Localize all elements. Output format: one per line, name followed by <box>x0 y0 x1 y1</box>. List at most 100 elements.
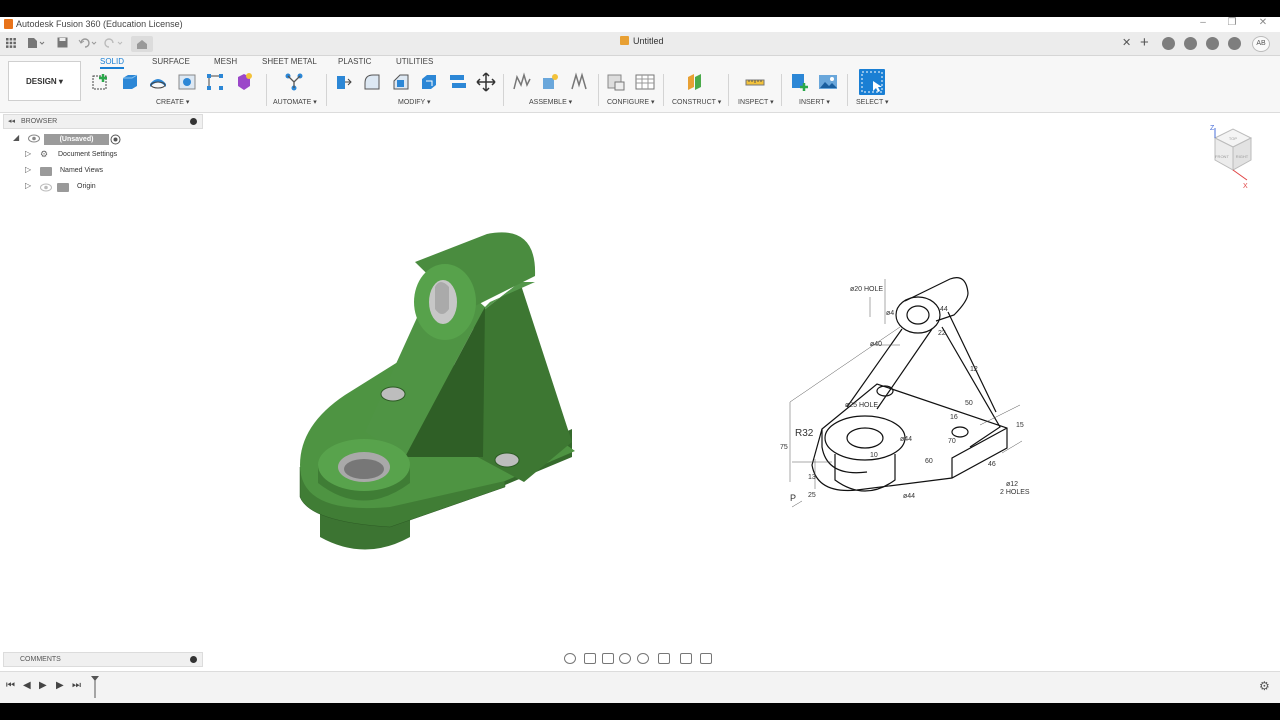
step-back-icon[interactable]: ◀ <box>23 680 31 691</box>
close-tab-button[interactable]: ✕ <box>1122 36 1131 49</box>
display-settings-icon[interactable] <box>658 653 670 664</box>
tab-mesh[interactable]: MESH <box>214 57 237 66</box>
inspect-group-label[interactable]: INSPECT ▾ <box>738 98 774 106</box>
minimize-button[interactable]: – <box>1196 17 1210 28</box>
insert-canvas-icon[interactable] <box>818 72 838 92</box>
document-tab[interactable]: Untitled <box>620 36 664 46</box>
gear-icon: ⚙ <box>40 149 49 159</box>
notifications-icon[interactable] <box>1206 37 1219 50</box>
undo-icon[interactable] <box>78 37 98 48</box>
tab-solid[interactable]: SOLID <box>100 57 125 69</box>
data-panel-grid-icon[interactable] <box>6 38 16 48</box>
modify-group-label[interactable]: MODIFY ▾ <box>398 98 431 106</box>
viewcube-front-label[interactable]: FRONT <box>1215 154 1229 159</box>
assemble-group-label[interactable]: ASSEMBLE ▾ <box>529 98 572 106</box>
select-group-label[interactable]: SELECT ▾ <box>856 98 889 106</box>
visibility-eye-icon[interactable] <box>28 134 40 143</box>
file-menu-icon[interactable] <box>27 37 45 49</box>
collapse-arrow-icon[interactable]: ◂◂ <box>8 117 15 125</box>
revolve-icon[interactable] <box>148 72 168 92</box>
green-bracket-model[interactable] <box>290 207 590 557</box>
expand-triangle-icon[interactable]: ▷ <box>25 165 31 174</box>
move-copy-icon[interactable] <box>476 72 496 92</box>
tab-utilities[interactable]: UTILITIES <box>396 57 433 66</box>
group-divider <box>266 74 267 106</box>
title-bar: Autodesk Fusion 360 (Education License) … <box>0 17 1280 32</box>
measure-icon[interactable] <box>745 72 765 92</box>
grid-snaps-icon[interactable] <box>680 653 692 664</box>
as-built-joint-icon[interactable] <box>569 72 589 92</box>
pin-icon[interactable] <box>190 118 197 125</box>
root-component-label[interactable]: (Unsaved) <box>44 134 109 145</box>
technical-drawing: ø20 HOLE ø4 ø40 44 22 12 50 ø25 HOLE R32… <box>780 277 1030 508</box>
automate-group-label[interactable]: AUTOMATE ▾ <box>273 98 317 106</box>
browser-item-origin[interactable]: ▷ Origin <box>0 181 200 195</box>
joint-icon[interactable] <box>540 72 560 92</box>
add-comment-icon[interactable] <box>190 656 197 663</box>
automate-icon[interactable] <box>284 72 304 92</box>
create-sketch-icon[interactable] <box>91 72 111 92</box>
chamfer-icon[interactable] <box>391 72 411 92</box>
comments-panel-header[interactable]: COMMENTS <box>3 652 203 667</box>
expand-triangle-icon[interactable]: ▷ <box>25 181 31 190</box>
user-avatar[interactable]: AB <box>1252 36 1270 52</box>
select-button[interactable] <box>859 69 885 95</box>
insert-derive-icon[interactable] <box>790 72 810 92</box>
go-to-start-icon[interactable]: ⏮ <box>6 680 15 691</box>
tab-plastic[interactable]: PLASTIC <box>338 57 371 66</box>
construct-group-label[interactable]: CONSTRUCT ▾ <box>672 98 721 106</box>
fillet-icon[interactable] <box>362 72 382 92</box>
hole-icon[interactable] <box>177 72 197 92</box>
fit-icon[interactable] <box>637 653 649 664</box>
form-icon[interactable] <box>234 72 254 92</box>
zoom-icon[interactable] <box>619 653 631 664</box>
close-window-button[interactable]: ✕ <box>1256 17 1270 28</box>
configure-icon[interactable] <box>606 72 626 92</box>
viewcube-top-label[interactable]: TOP <box>1229 136 1237 141</box>
new-component-icon[interactable] <box>512 72 532 92</box>
expand-triangle-icon[interactable]: ▷ <box>25 149 31 158</box>
ribbon-toolbar: DESIGN ▾ SOLID SURFACE MESH SHEET METAL … <box>0 56 1280 113</box>
workspace-switcher[interactable]: DESIGN ▾ <box>8 61 81 101</box>
step-forward-icon[interactable]: ▶ <box>56 680 64 691</box>
configuration-table-icon[interactable] <box>635 72 655 92</box>
play-icon[interactable]: ▶ <box>39 680 47 691</box>
construct-plane-icon[interactable] <box>685 72 705 92</box>
folder-icon <box>57 183 69 192</box>
save-icon[interactable] <box>57 37 68 48</box>
new-tab-button[interactable]: + <box>1140 34 1149 51</box>
extrude-icon[interactable] <box>120 72 140 92</box>
browser-item-named-views[interactable]: ▷ Named Views <box>0 165 200 179</box>
expand-triangle-icon[interactable]: ◢ <box>13 133 19 142</box>
insert-group-label[interactable]: INSERT ▾ <box>799 98 830 106</box>
hidden-eye-icon[interactable] <box>40 183 52 192</box>
home-button[interactable] <box>131 36 153 52</box>
go-to-end-icon[interactable]: ⏭ <box>72 680 81 691</box>
restore-button[interactable]: ❐ <box>1225 17 1239 28</box>
shell-icon[interactable] <box>419 72 439 92</box>
redo-icon[interactable] <box>104 37 124 48</box>
look-at-icon[interactable] <box>584 653 596 664</box>
pan-hand-icon[interactable] <box>602 653 614 664</box>
comments-title: COMMENTS <box>20 656 61 663</box>
configure-group-label[interactable]: CONFIGURE ▾ <box>607 98 654 106</box>
timeline-settings-gear-icon[interactable]: ⚙ <box>1259 679 1270 693</box>
press-pull-icon[interactable] <box>333 72 353 92</box>
browser-item-document-settings[interactable]: ▷ ⚙ Document Settings <box>0 149 200 163</box>
help-icon[interactable] <box>1228 37 1241 50</box>
timeline-marker-icon[interactable] <box>90 675 100 699</box>
orbit-icon[interactable] <box>564 653 576 664</box>
job-status-icon[interactable] <box>1184 37 1197 50</box>
extensions-icon[interactable] <box>1162 37 1175 50</box>
viewcube-right-label[interactable]: RIGHT <box>1236 154 1249 159</box>
create-group-label[interactable]: CREATE ▾ <box>156 98 189 106</box>
viewcube[interactable]: TOP FRONT RIGHT Z X <box>1205 122 1260 192</box>
pattern-icon[interactable] <box>205 72 225 92</box>
tab-surface[interactable]: SURFACE <box>152 57 190 66</box>
browser-panel-header[interactable]: ◂◂ BROWSER <box>3 114 203 129</box>
viewports-icon[interactable] <box>700 653 712 664</box>
combine-icon[interactable] <box>448 72 468 92</box>
activate-radio-icon[interactable] <box>110 134 121 145</box>
tab-sheet-metal[interactable]: SHEET METAL <box>262 57 317 66</box>
drawing-label: ø12 <box>1006 481 1018 488</box>
